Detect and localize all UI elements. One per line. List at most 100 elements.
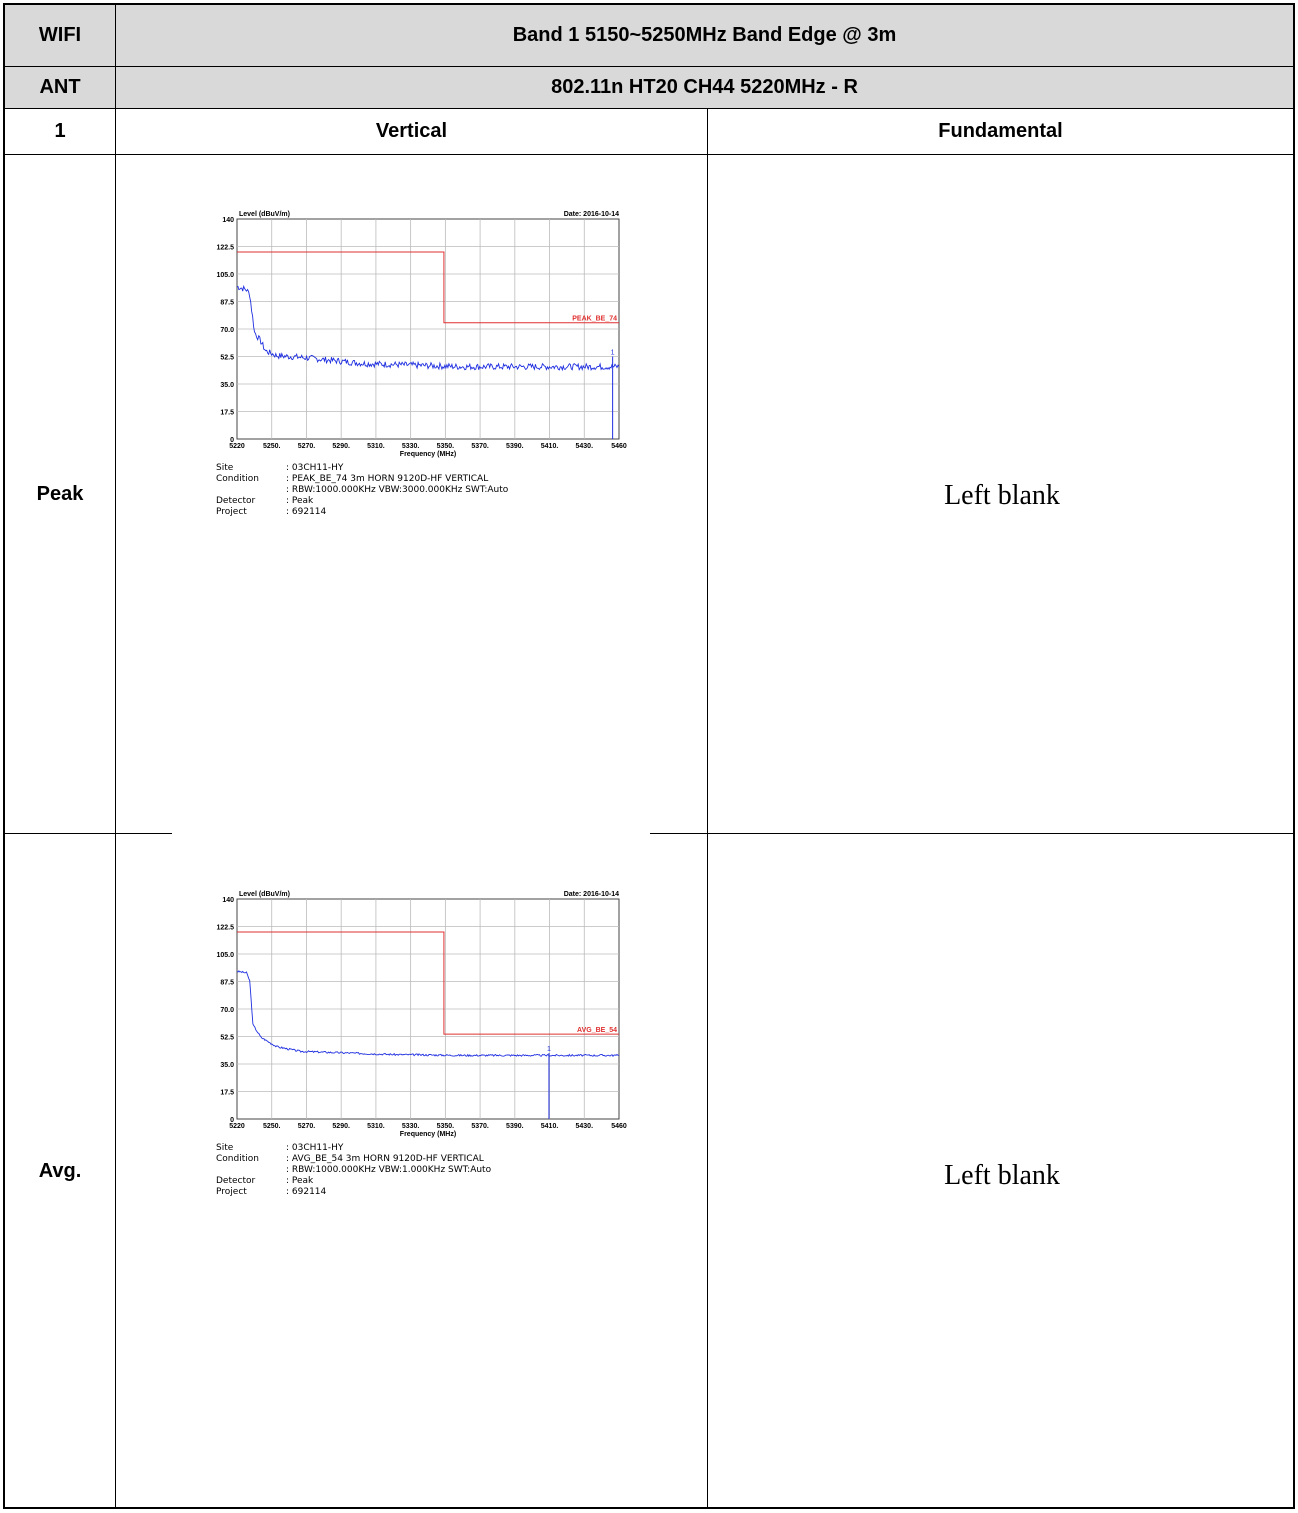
x-tick-label: 5430. <box>576 1123 594 1130</box>
y-tick-label: 70.0 <box>220 327 234 334</box>
x-tick-label: 5410. <box>541 443 559 450</box>
y-tick-label: 52.5 <box>220 355 234 362</box>
info-key: Site <box>216 463 234 473</box>
header-ant-label: ANT <box>39 76 81 98</box>
info-value: : RBW:1000.000KHz VBW:1.000KHz SWT:Auto <box>286 1165 492 1175</box>
x-tick-label: 5350. <box>437 1123 455 1130</box>
x-tick-label: 5290. <box>332 1123 350 1130</box>
header-band-title: Band 1 5150~5250MHz Band Edge @ 3m <box>512 24 897 46</box>
row-divider <box>5 154 1293 155</box>
x-tick-label: 5270. <box>298 443 316 450</box>
avg-left-blank: Left blank <box>944 1160 1060 1191</box>
chart-date: Date: 2016-10-14 <box>564 891 619 898</box>
header-vertical: Vertical <box>375 120 448 142</box>
x-tick-label: 5370. <box>471 1123 489 1130</box>
x-tick-label: 5390. <box>506 443 524 450</box>
y-tick-label: 52.5 <box>220 1035 234 1042</box>
row-label-peak-cell: Peak <box>5 155 115 833</box>
x-tick-label: 5390. <box>506 1123 524 1130</box>
header-band-cell: Band 1 5150~5250MHz Band Edge @ 3m <box>116 5 1293 66</box>
peak-chart: 0 17.5 35.0 52.5 70.0 87.5 105.0 122.5 140 5220 52… <box>195 205 635 460</box>
x-tick-label: 5250. <box>263 443 281 450</box>
header-mode-cell: 802.11n HT20 CH44 5220MHz - R <box>116 67 1293 108</box>
info-value: : 03CH11-HY <box>286 463 344 473</box>
info-key: Detector <box>216 1176 256 1186</box>
y-tick-label: 87.5 <box>220 300 234 307</box>
row-label-avg: Avg. <box>38 1160 82 1182</box>
y-tick-label: 140 <box>222 217 234 224</box>
x-tick-label: 5220 <box>229 443 245 450</box>
info-value: : RBW:1000.000KHz VBW:3000.000KHz SWT:Au… <box>286 485 509 495</box>
info-key: Condition <box>216 1154 259 1164</box>
info-value: : 692114 <box>286 1187 327 1197</box>
peak-left-blank: Left blank <box>944 480 1060 511</box>
x-axis-label: Frequency (MHz) <box>400 451 456 458</box>
header-fundamental-cell: Fundamental <box>708 109 1293 154</box>
y-tick-label: 35.0 <box>220 382 234 389</box>
row-divider <box>5 108 1293 109</box>
peak-chart-svg: 017.535.052.570.087.5105.0122.51405220 52… <box>216 211 627 458</box>
peak-info: Site : 03CH11-HY Condition : PEAK_BE_74 3m… <box>216 463 508 518</box>
limit-label: AVG_BE_54 <box>577 1027 617 1034</box>
y-tick-label: 122.5 <box>216 245 234 252</box>
header-index-cell: 1 <box>5 109 115 154</box>
header-fundamental: Fundamental <box>938 120 1063 142</box>
info-value: : Peak <box>286 496 314 506</box>
row-divider <box>650 833 1293 834</box>
y-tick-label: 70.0 <box>220 1007 234 1014</box>
info-value: : 03CH11-HY <box>286 1143 344 1153</box>
info-value: : AVG_BE_54 3m HORN 9120D-HF VERTICAL <box>286 1154 484 1164</box>
x-tick-label: 5290. <box>332 443 350 450</box>
x-tick-label: 5460 <box>611 1123 627 1130</box>
y-axis-label: Level (dBuV/m) <box>239 211 290 218</box>
limit-label: PEAK_BE_74 <box>572 316 617 323</box>
info-value: : PEAK_BE_74 3m HORN 9120D-HF VERTICAL <box>286 474 489 484</box>
x-tick-label: 5330. <box>402 443 420 450</box>
chart-date: Date: 2016-10-14 <box>564 211 619 218</box>
header-wifi-cell: WIFI <box>5 5 115 66</box>
x-tick-label: 5220 <box>229 1123 245 1130</box>
y-tick-label: 17.5 <box>220 1090 234 1097</box>
info-value: : 692114 <box>286 507 327 517</box>
x-tick-label: 5460 <box>611 443 627 450</box>
x-tick-label: 5430. <box>576 443 594 450</box>
header-vertical-cell: Vertical <box>116 109 707 154</box>
avg-chart-svg: 017.535.052.570.087.5105.0122.51405220 52… <box>216 891 627 1138</box>
y-tick-label: 87.5 <box>220 980 234 987</box>
x-tick-label: 5410. <box>541 1123 559 1130</box>
y-tick-label: 140 <box>222 897 234 904</box>
marker-label: 1 <box>611 350 615 357</box>
avg-info: Site : 03CH11-HY Condition : AVG_BE_54 3m … <box>216 1143 491 1198</box>
row-label-avg-cell: Avg. <box>5 834 115 1509</box>
row-divider <box>5 66 1293 67</box>
header-mode-title: 802.11n HT20 CH44 5220MHz - R <box>551 76 858 98</box>
info-key: Site <box>216 1143 234 1153</box>
y-tick-label: 122.5 <box>216 925 234 932</box>
col-divider <box>707 109 708 1509</box>
y-tick-label: 17.5 <box>220 410 234 417</box>
x-tick-label: 5270. <box>298 1123 316 1130</box>
row-label-peak: Peak <box>36 482 84 505</box>
x-tick-label: 5350. <box>437 443 455 450</box>
x-axis-label: Frequency (MHz) <box>400 1131 456 1138</box>
x-tick-label: 5370. <box>471 443 489 450</box>
y-axis-label: Level (dBuV/m) <box>239 891 290 898</box>
y-tick-label: 105.0 <box>216 952 234 959</box>
avg-chart: 0 17.5 35.0 52.5 70.0 87.5 105.0 122.5 140 5220 52… <box>195 885 635 1140</box>
x-tick-label: 5250. <box>263 1123 281 1130</box>
info-key: Project <box>216 1187 247 1197</box>
y-tick-label: 105.0 <box>216 272 234 279</box>
col-divider <box>115 5 116 1509</box>
info-key: Detector <box>216 496 256 506</box>
info-key: Condition <box>216 474 259 484</box>
header-ant-cell: ANT <box>5 67 115 108</box>
info-value: : Peak <box>286 1176 314 1186</box>
x-tick-label: 5310. <box>367 443 385 450</box>
header-index: 1 <box>54 120 66 142</box>
header-wifi-label: WIFI <box>38 24 82 46</box>
marker-label: 1 <box>547 1046 551 1053</box>
x-tick-label: 5310. <box>367 1123 385 1130</box>
info-key: Project <box>216 507 247 517</box>
y-tick-label: 35.0 <box>220 1062 234 1069</box>
x-tick-label: 5330. <box>402 1123 420 1130</box>
